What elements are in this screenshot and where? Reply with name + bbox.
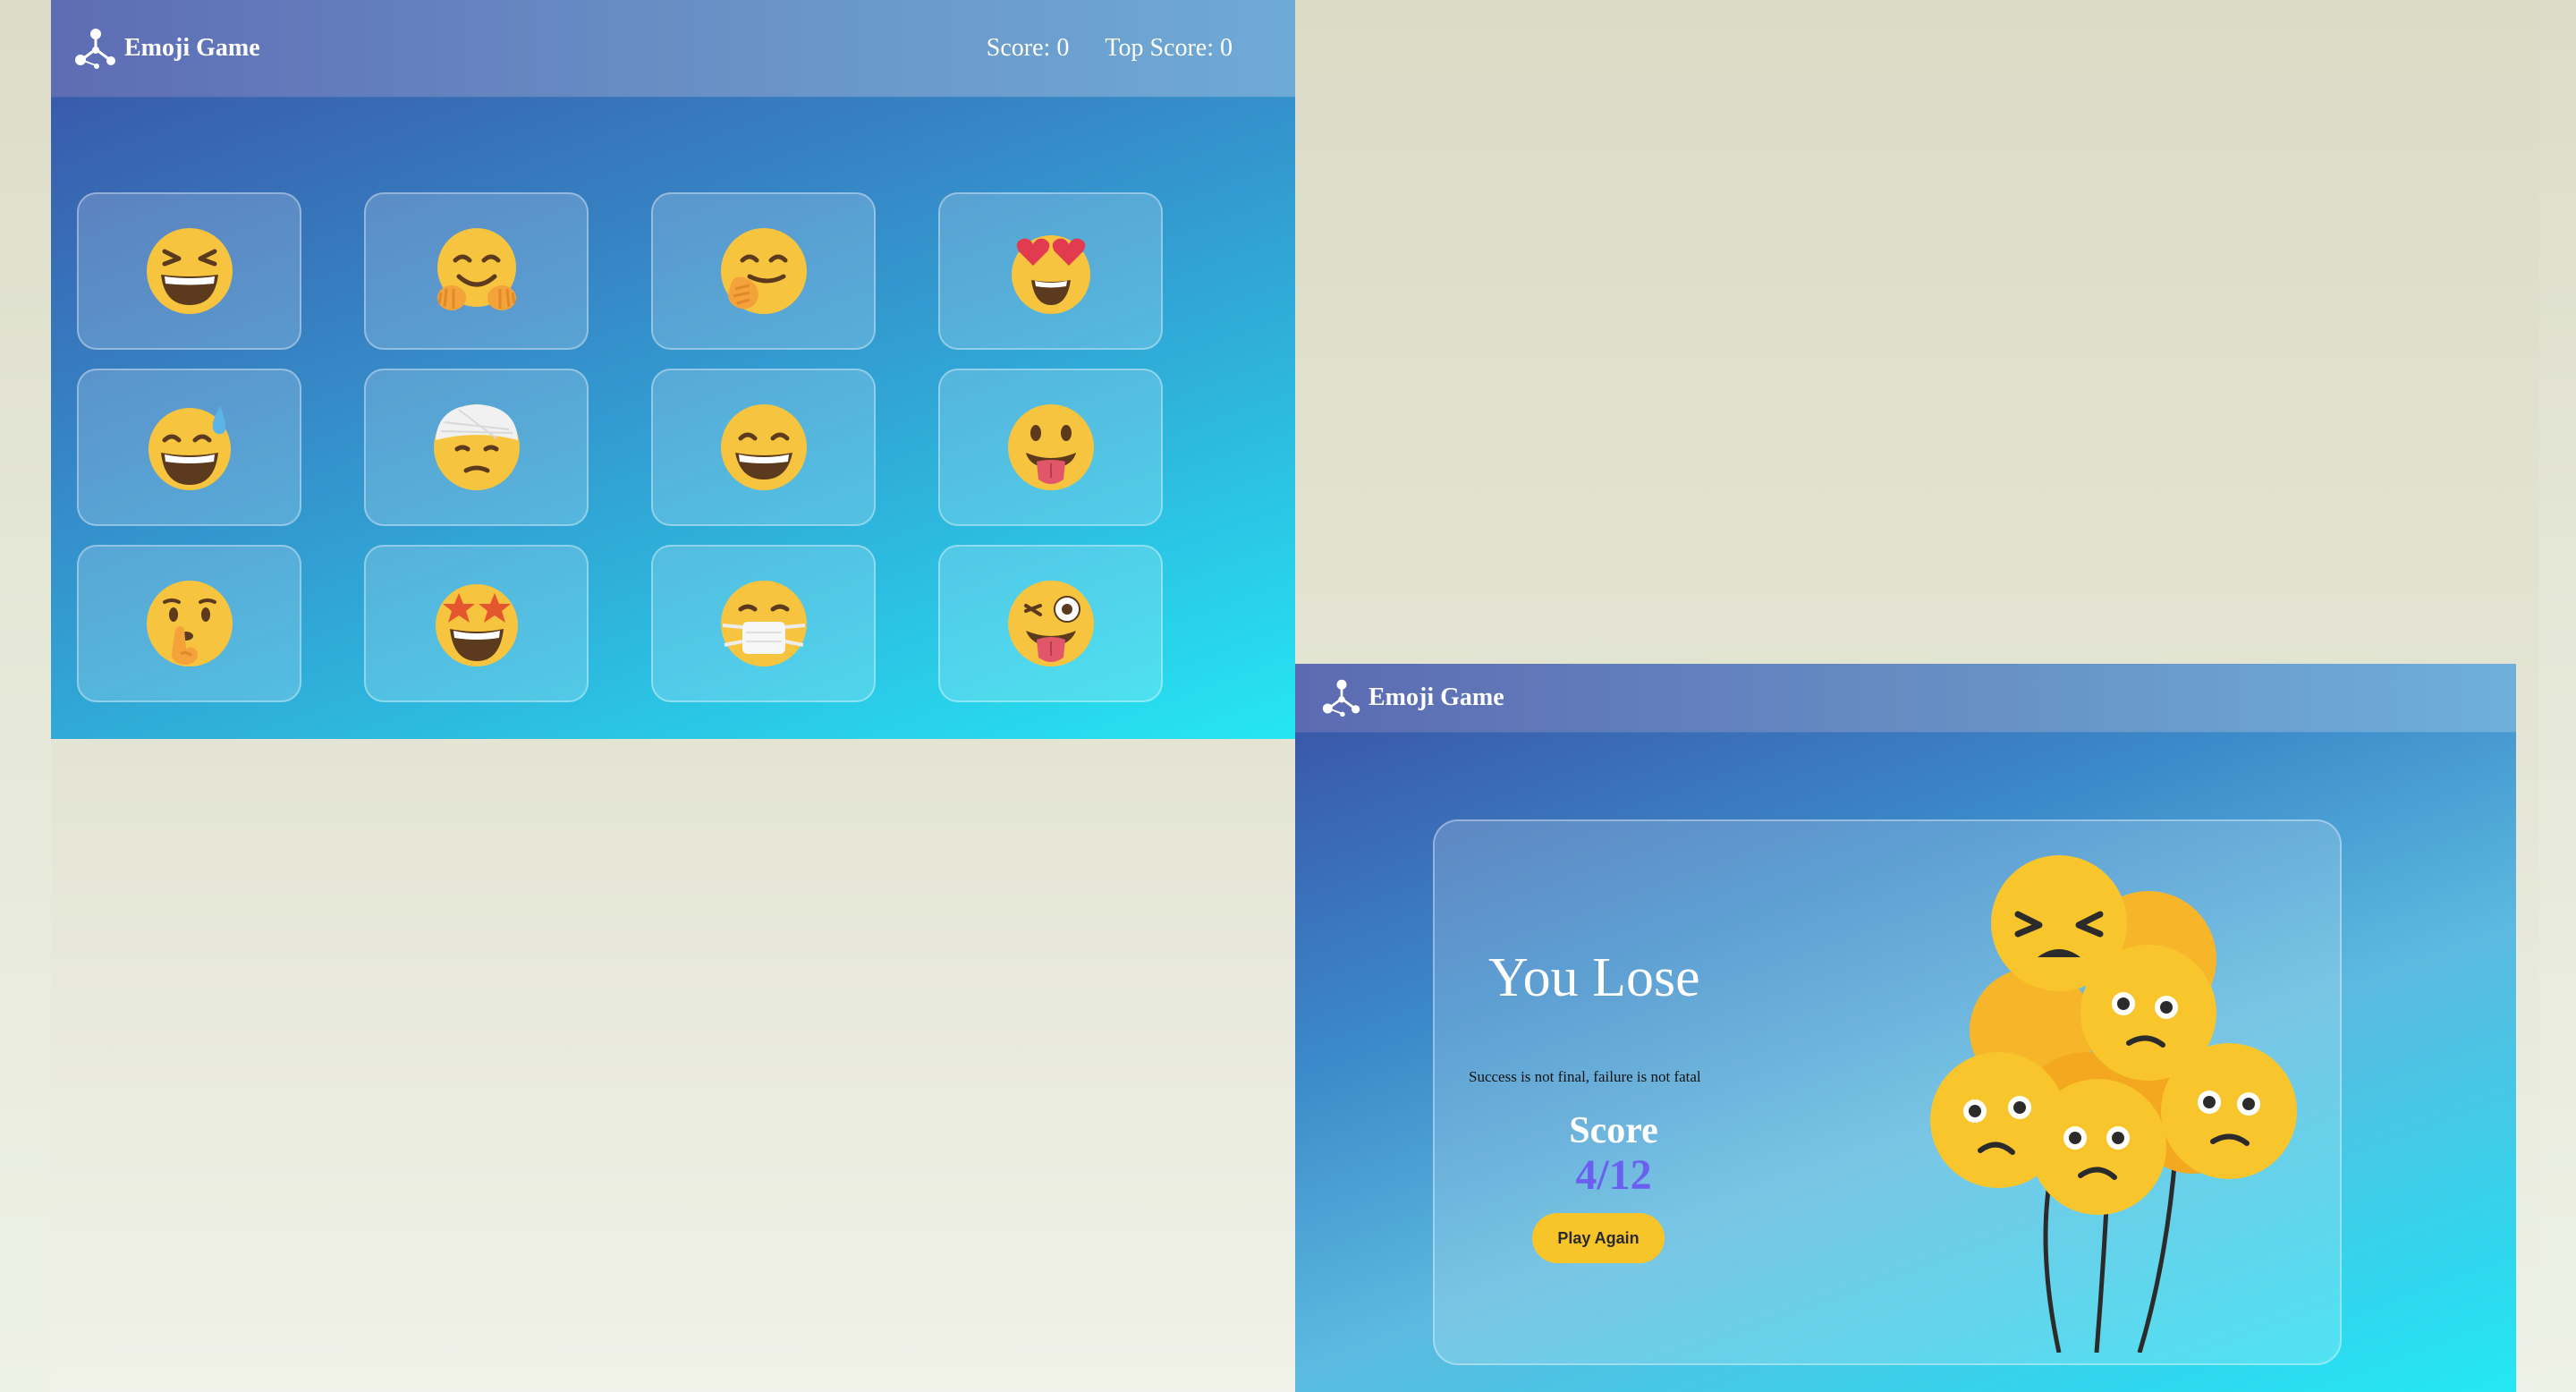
score-label: Score xyxy=(1569,1110,1658,1151)
emoji-card[interactable] xyxy=(651,545,876,702)
emoji-card[interactable] xyxy=(938,545,1163,702)
heart-eyes-face-icon xyxy=(1011,235,1090,314)
score-value: 4/12 xyxy=(1575,1151,1652,1199)
emoji-card[interactable] xyxy=(77,192,301,350)
result-screen: Emoji Game You Lose Success is not final… xyxy=(1295,664,2516,1392)
emoji-card[interactable] xyxy=(364,369,589,526)
result-heading: You Lose xyxy=(1488,947,1700,1008)
star-struck-face-icon xyxy=(435,584,518,666)
app-title: Emoji Game xyxy=(124,34,260,62)
game-navbar: Emoji Game Score: 0 Top Score: 0 xyxy=(51,0,1295,97)
play-again-button[interactable]: Play Again xyxy=(1532,1213,1665,1263)
emoji-card[interactable] xyxy=(364,192,589,350)
app-title: Emoji Game xyxy=(1368,683,1504,711)
result-quote: Success is not final, failure is not fat… xyxy=(1469,1068,1701,1085)
logo: Emoji Game xyxy=(72,26,260,71)
network-logo-icon xyxy=(75,29,115,69)
shushing-face-icon xyxy=(146,581,233,666)
result-card: You Lose Success is not final, failure i… xyxy=(1433,819,2342,1365)
emoji-card[interactable] xyxy=(364,545,589,702)
winking-face-with-tongue-icon xyxy=(1007,581,1094,666)
hugging-face-icon xyxy=(436,228,516,310)
face-with-hand-over-mouth-icon xyxy=(720,228,807,314)
face-with-tongue-icon xyxy=(1007,404,1094,490)
emoji-card[interactable] xyxy=(651,369,876,526)
current-score: Score: 0 xyxy=(986,34,1070,62)
grinning-face-with-smiling-eyes-icon xyxy=(720,404,807,490)
face-with-head-bandage-icon xyxy=(433,404,520,490)
grinning-face-with-sweat-icon xyxy=(148,406,231,490)
emoji-card[interactable] xyxy=(77,369,301,526)
game-screen: Emoji Game Score: 0 Top Score: 0 xyxy=(51,0,1295,739)
network-logo-icon xyxy=(1322,679,1360,717)
result-navbar: Emoji Game xyxy=(1295,664,2516,732)
grinning-squinting-face-icon xyxy=(146,228,233,314)
emoji-card[interactable] xyxy=(938,369,1163,526)
emoji-card[interactable] xyxy=(77,545,301,702)
top-score: Top Score: 0 xyxy=(1105,34,1233,62)
logo: Emoji Game xyxy=(1320,677,1504,718)
emoji-card[interactable] xyxy=(938,192,1163,350)
face-with-medical-mask-icon xyxy=(720,581,807,666)
emoji-card[interactable] xyxy=(651,192,876,350)
score-area: Score: 0 Top Score: 0 xyxy=(951,0,1233,97)
sad-emoji-balloons-icon xyxy=(1930,855,2297,1353)
emoji-grid xyxy=(77,192,1166,702)
